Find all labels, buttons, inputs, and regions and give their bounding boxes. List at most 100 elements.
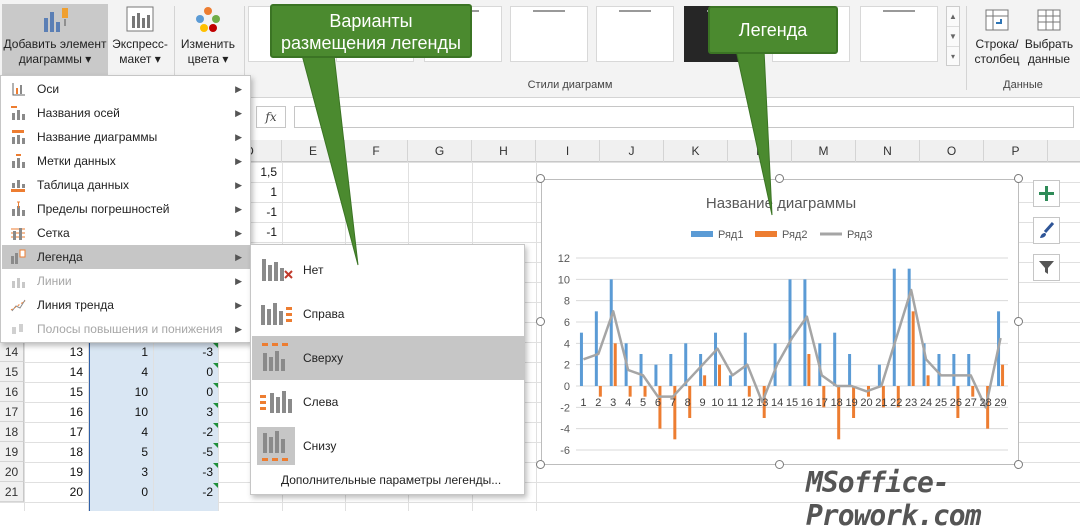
submenu-arrow-icon: ▶ xyxy=(235,276,242,286)
cell[interactable]: -5 xyxy=(153,442,218,462)
column-header[interactable]: I xyxy=(536,140,600,162)
legend-option-bottom[interactable]: Снизу xyxy=(252,424,524,468)
cell[interactable]: 15 xyxy=(24,382,88,402)
chart-filters-button[interactable] xyxy=(1033,254,1060,281)
cell[interactable]: 10 xyxy=(88,382,153,402)
cell[interactable]: -2 xyxy=(153,482,218,502)
cell[interactable]: 16 xyxy=(24,402,88,422)
menu-item-axes[interactable]: Оси ▶ xyxy=(2,77,250,101)
column-header[interactable]: P xyxy=(984,140,1048,162)
data-labels-icon xyxy=(12,154,25,168)
row-header[interactable]: 14 xyxy=(0,342,24,362)
resize-handle[interactable] xyxy=(536,174,545,183)
formula-input[interactable] xyxy=(294,106,1074,128)
column-header[interactable]: H xyxy=(472,140,536,162)
menu-item-error-bars[interactable]: Пределы погрешностей ▶ xyxy=(2,197,250,221)
legend[interactable]: Ряд1 Ряд2 Ряд3 xyxy=(691,229,872,241)
cell[interactable]: 20 xyxy=(24,482,88,502)
cell[interactable]: 14 xyxy=(24,362,88,382)
legend-option-right[interactable]: Справа xyxy=(252,292,524,336)
resize-handle[interactable] xyxy=(775,460,784,469)
row-header[interactable]: 19 xyxy=(0,442,24,462)
plot-area[interactable]: -6-4-20246810121 2 3 4 5 6 7 8 9 10 11 12 13 14 15 16 17… xyxy=(558,253,1008,457)
cell[interactable]: -2 xyxy=(153,422,218,442)
gallery-scroll[interactable]: ▲ ▼ ▾ xyxy=(946,6,960,66)
legend-label-series3: Ряд3 xyxy=(847,229,872,241)
menu-item-trendline[interactable]: Линия тренда ▶ xyxy=(2,293,250,317)
x-tick-label: 21 xyxy=(875,397,887,409)
bar-series1 xyxy=(743,332,747,386)
legend-option-left[interactable]: Слева xyxy=(252,380,524,424)
resize-handle[interactable] xyxy=(536,460,545,469)
cell[interactable]: 4 xyxy=(88,422,153,442)
cell[interactable]: 10 xyxy=(88,402,153,422)
cell[interactable]: 3 xyxy=(88,462,153,482)
cell[interactable]: 13 xyxy=(24,342,88,362)
column-header[interactable]: K xyxy=(664,140,728,162)
cell[interactable]: 0 xyxy=(153,382,218,402)
column-header[interactable]: O xyxy=(920,140,984,162)
chart-style-thumbnail[interactable] xyxy=(860,6,938,62)
cell[interactable]: 19 xyxy=(24,462,88,482)
menu-item-data-table[interactable]: Таблица данных ▶ xyxy=(2,173,250,197)
menu-item-data-labels[interactable]: Метки данных ▶ xyxy=(2,149,250,173)
legend-option-top[interactable]: Сверху xyxy=(252,336,524,380)
row-header[interactable]: 17 xyxy=(0,402,24,422)
resize-handle[interactable] xyxy=(1014,317,1023,326)
data-table-icon xyxy=(11,180,25,192)
legend-label-series2: Ряд2 xyxy=(782,229,807,241)
select-data-button[interactable]: Выбрать данные xyxy=(1024,4,1074,76)
cell[interactable]: 18 xyxy=(24,442,88,462)
bar-series2 xyxy=(747,386,751,397)
quick-layout-label2: макет ▾ xyxy=(119,52,161,66)
cell[interactable]: 5 xyxy=(88,442,153,462)
callout-pointer-placement xyxy=(301,55,359,266)
quick-layout-button[interactable]: Экспресс- макет ▾ xyxy=(110,4,170,76)
row-header[interactable]: 18 xyxy=(0,422,24,442)
cell[interactable]: 0 xyxy=(88,482,153,502)
column-header[interactable]: N xyxy=(856,140,920,162)
cell[interactable]: 0 xyxy=(153,362,218,382)
insert-function-button[interactable]: fx xyxy=(256,106,286,128)
legend-icon xyxy=(11,249,26,264)
menu-item-gridlines[interactable]: Сетка ▶ xyxy=(2,221,250,245)
row-header[interactable]: 21 xyxy=(0,482,24,502)
chart-svg: Название диаграммы Ряд1 Ряд2 Ряд3 -6-4-2… xyxy=(558,195,1008,457)
gallery-down-icon[interactable]: ▼ xyxy=(947,27,959,47)
cell[interactable]: -3 xyxy=(153,342,218,362)
row-header[interactable]: 20 xyxy=(0,462,24,482)
chart-title-icon xyxy=(12,130,25,144)
chart-styles-button[interactable] xyxy=(1033,217,1060,244)
bar-series2 xyxy=(598,386,602,397)
x-tick-label: 8 xyxy=(685,397,691,409)
gallery-up-icon[interactable]: ▲ xyxy=(947,7,959,27)
cell[interactable]: 3 xyxy=(153,402,218,422)
row-header[interactable]: 15 xyxy=(0,362,24,382)
chart-style-thumbnail[interactable] xyxy=(596,6,674,62)
switch-row-column-button[interactable]: Строка/ столбец xyxy=(970,4,1024,76)
chart-elements-button[interactable] xyxy=(1033,180,1060,207)
menu-item-chart-title[interactable]: Название диаграммы ▶ xyxy=(2,125,250,149)
chart-style-thumbnail[interactable] xyxy=(510,6,588,62)
x-tick-label: 16 xyxy=(801,397,813,409)
cell[interactable]: 17 xyxy=(24,422,88,442)
cell[interactable]: 1 xyxy=(88,342,153,362)
error-indicator-icon xyxy=(213,443,218,448)
resize-handle[interactable] xyxy=(536,317,545,326)
cell[interactable]: 4 xyxy=(88,362,153,382)
column-header[interactable]: G xyxy=(408,140,472,162)
x-tick-label: 27 xyxy=(965,397,977,409)
more-legend-options-link[interactable]: Дополнительные параметры легенды... xyxy=(281,473,501,487)
cell[interactable]: -3 xyxy=(153,462,218,482)
menu-item-legend[interactable]: Легенда ▶ xyxy=(2,245,250,269)
resize-handle[interactable] xyxy=(1014,174,1023,183)
gallery-more-icon[interactable]: ▾ xyxy=(947,47,959,67)
add-chart-element-button[interactable]: Добавить элемент диаграммы ▾ xyxy=(2,4,108,76)
column-header[interactable]: M xyxy=(792,140,856,162)
chart-area[interactable]: Название диаграммы Ряд1 Ряд2 Ряд3 -6 -4 -2… xyxy=(541,179,1019,465)
column-header[interactable]: J xyxy=(600,140,664,162)
menu-item-axis-titles[interactable]: Названия осей ▶ xyxy=(2,101,250,125)
change-colors-button[interactable]: Изменить цвета ▾ xyxy=(178,4,238,76)
bar-series2 xyxy=(971,386,975,397)
row-header[interactable]: 16 xyxy=(0,382,24,402)
